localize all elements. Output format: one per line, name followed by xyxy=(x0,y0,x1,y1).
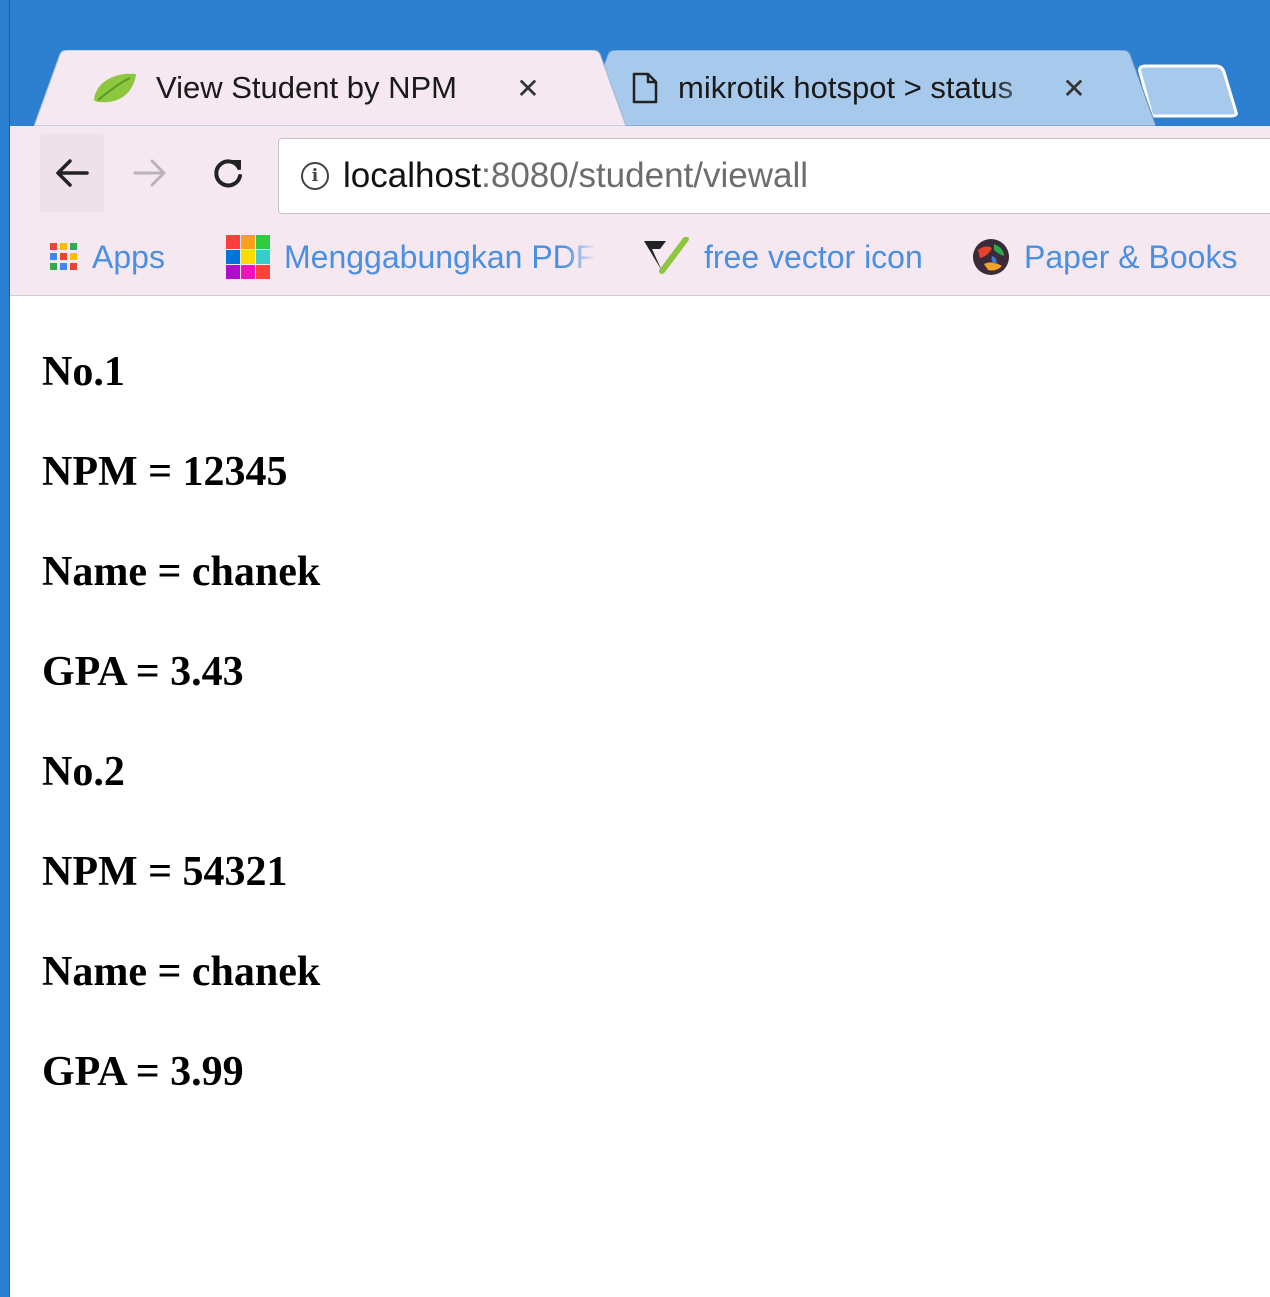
colorful-squares-icon xyxy=(226,235,270,279)
bookmark-label: free vector icon xyxy=(704,238,923,275)
bookmark-menggabungkan-pdf[interactable]: Menggabungkan PDF xyxy=(226,228,596,286)
tab-mikrotik-hotspot[interactable]: mikrotik hotspot > status ✕ xyxy=(582,50,1156,126)
apps-grid-icon xyxy=(50,243,78,271)
tab-close-button[interactable]: ✕ xyxy=(508,72,548,105)
bookmark-apps[interactable]: Apps xyxy=(50,228,165,286)
tab-close-button[interactable]: ✕ xyxy=(1054,72,1094,105)
arrow-right-icon xyxy=(133,159,166,187)
bookmark-label: Paper & Books xyxy=(1024,238,1238,275)
url-text[interactable]: localhost:8080/student/viewall xyxy=(343,156,808,196)
tab-title: mikrotik hotspot > status xyxy=(678,70,1014,105)
student-entry: No.1 NPM = 12345 Name = chanek GPA = 3.4… xyxy=(42,348,1242,696)
student-number: No.1 xyxy=(42,349,125,395)
student-npm: NPM = 12345 xyxy=(42,449,288,495)
url-host: localhost xyxy=(343,156,482,195)
page-content: No.1 NPM = 12345 Name = chanek GPA = 3.4… xyxy=(42,296,1242,1148)
forward-button[interactable] xyxy=(118,134,182,212)
tab-strip: View Student by NPM ✕ mikrotik hotspot >… xyxy=(10,0,1270,126)
student-number: No.2 xyxy=(42,749,125,795)
student-name: Name = chanek xyxy=(42,549,321,595)
browser-window: View Student by NPM ✕ mikrotik hotspot >… xyxy=(10,0,1270,1297)
bookmark-label: Menggabungkan PDF xyxy=(284,238,596,275)
spring-leaf-icon xyxy=(94,73,136,103)
arrow-left-icon xyxy=(56,159,89,187)
student-npm: NPM = 54321 xyxy=(42,849,288,895)
bookmark-label: Apps xyxy=(92,238,165,275)
address-bar[interactable]: i localhost:8080/student/viewall xyxy=(278,138,1270,214)
student-entry: No.2 NPM = 54321 Name = chanek GPA = 3.9… xyxy=(42,748,1242,1096)
globe-icon xyxy=(973,239,1009,275)
window-frame-left xyxy=(0,0,10,1297)
tab-title: View Student by NPM xyxy=(156,70,457,105)
url-path: :8080/student/viewall xyxy=(481,156,809,195)
student-name: Name = chanek xyxy=(42,949,321,995)
student-gpa: GPA = 3.43 xyxy=(42,649,244,695)
back-button[interactable] xyxy=(40,134,104,212)
info-icon[interactable]: i xyxy=(301,162,329,190)
reload-button[interactable] xyxy=(196,134,260,212)
bookmark-free-vector-icon[interactable]: free vector icon xyxy=(640,228,923,286)
vector-check-icon xyxy=(644,237,689,274)
tab-view-student[interactable]: View Student by NPM ✕ xyxy=(34,50,626,126)
reload-icon xyxy=(214,159,242,188)
page-icon xyxy=(632,72,658,104)
bookmark-paper-books[interactable]: Paper & Books xyxy=(972,228,1237,286)
student-gpa: GPA = 3.99 xyxy=(42,1049,244,1095)
